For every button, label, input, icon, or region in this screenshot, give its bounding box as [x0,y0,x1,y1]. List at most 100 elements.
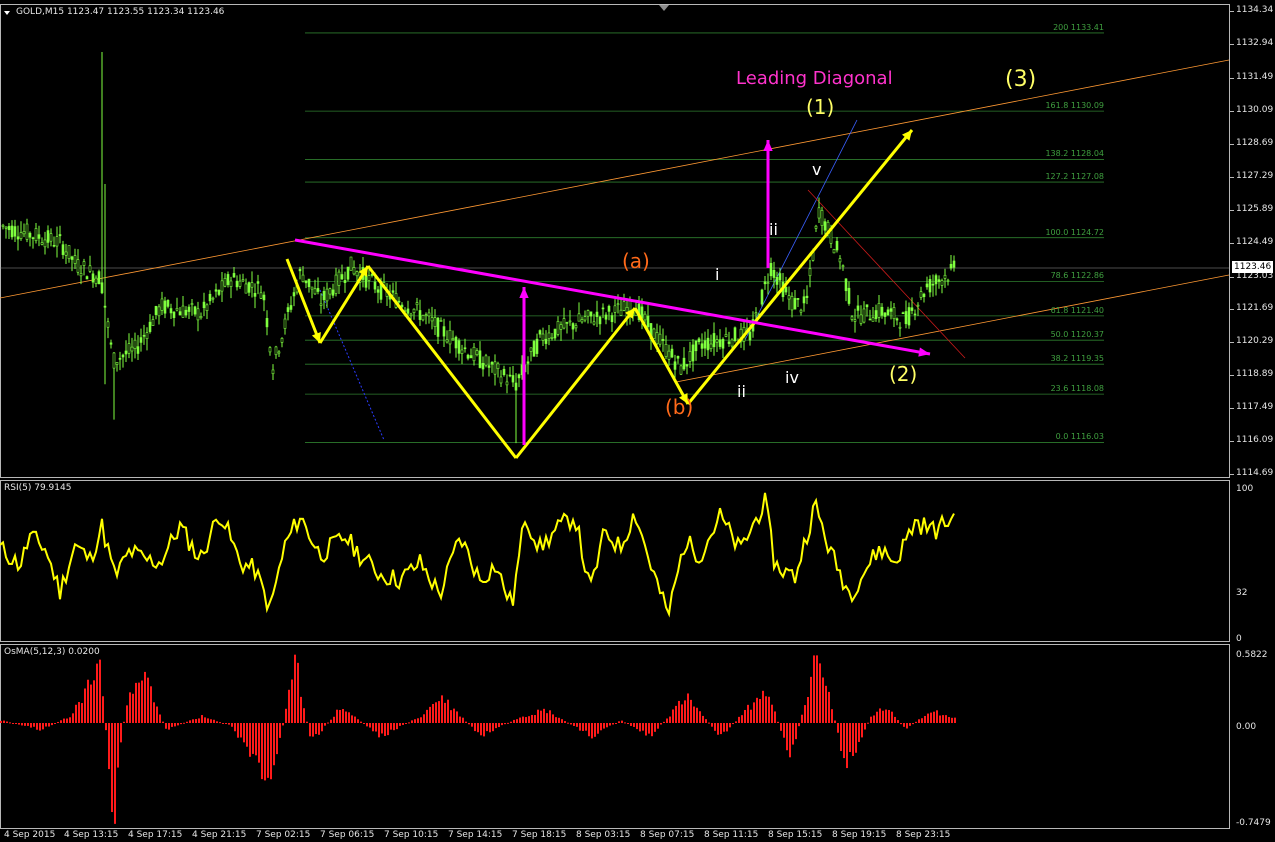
osma-bar [441,695,443,723]
osma-bar [411,720,413,723]
candle-body [733,327,737,341]
osma-bar [9,722,11,724]
osma-bar [819,663,821,723]
candle-body [598,316,602,325]
osma-bar [714,723,716,731]
osma-bar [129,692,131,723]
osma-bar [198,718,200,723]
candle-body [865,304,869,308]
osma-bar [132,693,134,723]
candle-body [448,329,452,345]
candle-body [154,305,158,315]
price-axis-label: 1120.29 [1236,336,1274,347]
osma-bar [621,720,623,723]
candle-body [499,376,503,384]
candle-body [871,317,875,322]
osma-bar [12,723,14,724]
main-chart-canvas [0,32,1230,459]
osma-bar [321,723,323,732]
candle-body [775,277,779,285]
rsi-axis-32: 32 [1236,588,1248,598]
osma-bar [738,716,740,723]
osma-axis-max: 0.5822 [1236,650,1268,660]
candle-body [445,339,449,343]
candle-body [787,295,791,300]
osma-bar [708,722,710,724]
osma-bar [795,723,797,740]
fib-level-label: 23.6 1118.08 [1050,384,1104,394]
osma-bar [759,699,761,723]
osma-bar [474,723,476,732]
candle-body [550,337,554,339]
osma-bar [849,723,851,753]
wave-a-label: (a) [622,249,650,273]
osma-bar [288,689,290,723]
candle-body [577,313,581,322]
candle-body [85,276,89,280]
osma-bar [333,716,335,723]
candle-body [46,230,50,243]
osma-bar [57,721,59,723]
candle-body [715,339,719,343]
osma-bar [702,715,704,723]
candle-body [703,340,707,349]
candle-body [889,308,893,312]
osma-bar [222,723,224,724]
osma-bar [84,688,86,723]
osma-bar [78,702,80,723]
osma-bar [300,696,302,723]
osma-bar [141,680,143,723]
candle-body [430,317,434,322]
osma-bar [165,723,167,729]
candle-body [124,350,128,355]
osma-bar [945,715,947,723]
candle-body [349,256,353,271]
osma-bar [243,723,245,743]
osma-bar [879,708,881,723]
osma-bar [147,677,149,723]
osma-bar [816,655,818,723]
osma-bar [477,723,479,733]
candle-body [892,307,896,320]
candle-body [514,382,518,391]
time-axis-label: 8 Sep 15:15 [768,830,823,840]
osma-bar [495,723,497,729]
osma-bar [753,702,755,723]
osma-bar [267,723,269,778]
candle-body [274,346,278,356]
osma-bar [675,705,677,723]
candle-body [376,289,380,293]
candle-body [916,304,920,307]
candle-body [784,286,788,293]
osma-bar [258,723,260,763]
candle-body [853,319,857,322]
osma-bar [507,722,509,724]
osma-bar [150,686,152,723]
osma-bar [549,710,551,723]
candle-body [271,369,275,375]
osma-bar [825,685,827,723]
candle-body [424,314,428,316]
candle-body [76,259,80,273]
candle-body [571,323,575,330]
candle-body [799,309,803,313]
osma-bar [450,710,452,723]
candle-body [466,354,470,359]
candle-body [304,280,308,284]
price-axis-tick [1230,11,1234,12]
candle-body [904,311,908,325]
osma-bar [612,723,614,725]
price-axis-label: 1132.94 [1236,37,1274,48]
osma-bar [705,719,707,723]
osma-bar [933,711,935,723]
osma-bar [192,719,194,723]
candle-body [574,325,578,329]
osma-bar [741,715,743,723]
osma-bar [432,703,434,723]
osma-bar [120,723,122,743]
candle-body [763,281,767,285]
candle-body [832,249,836,254]
price-axis-tick [1230,210,1234,212]
osma-bar [522,716,524,723]
osma-bar [792,723,794,745]
